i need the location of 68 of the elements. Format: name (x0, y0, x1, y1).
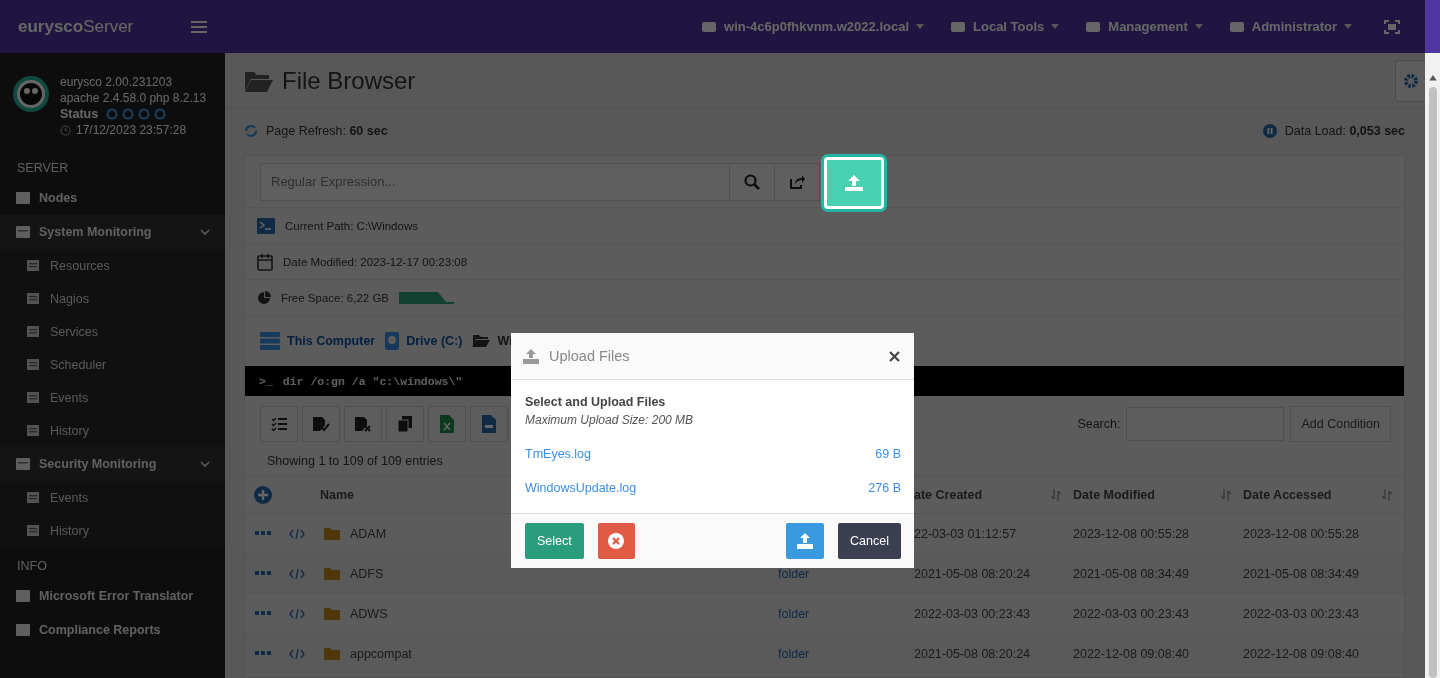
breadcrumb-link[interactable]: This Computer (260, 332, 376, 350)
file-name-link[interactable]: WindowsUpdate.log (525, 481, 637, 495)
top-menu-button[interactable]: Local Tools (950, 19, 1060, 34)
top-menu-button[interactable]: win-4c6p0fhkvnm.w2022.local (701, 19, 925, 34)
column-header[interactable]: ate Created (914, 488, 1073, 502)
table-cell-text: 2022-03-03 00:23:43 (1243, 606, 1361, 621)
table-cell: appcompat (350, 646, 412, 661)
nav-subitem[interactable]: Nagios (0, 282, 225, 315)
section-heading: INFO (16, 558, 48, 575)
nav-item[interactable]: Microsoft Error Translator (0, 579, 225, 613)
file-size: 276 B (868, 481, 901, 495)
prompt-symbol: >_ (259, 374, 273, 388)
data-load-text: Data Load: 0,053 sec (1284, 124, 1405, 138)
table-cell-text: 2022-12-08 09:08:40 (1073, 646, 1191, 661)
table-cell-text: 22-03-03 01:12:57 (914, 526, 1018, 541)
select-button[interactable]: Select (525, 523, 584, 559)
timestamp-text: 17/12/2023 23:57:28 (76, 123, 187, 137)
table-cell-text: 2022-03-03 00:23:43 (1073, 606, 1191, 621)
dialog-heading: Select and Upload Files (525, 395, 667, 409)
nav-subitem[interactable]: Resources (0, 249, 225, 282)
table-cell-text: folder (778, 606, 811, 621)
table-cell-text: 2021-05-08 08:34:49 (1243, 566, 1361, 581)
table-cell: ADFS (350, 566, 384, 581)
nav-group[interactable]: System Monitoring (0, 215, 225, 249)
table-cell-text: 2022-12-08 09:08:40 (1243, 646, 1361, 661)
status-label: Status (60, 107, 99, 121)
nav-group[interactable]: Security Monitoring (0, 447, 225, 481)
nav-subitem[interactable]: Events (0, 381, 225, 414)
file-name-link[interactable]: TmEyes.log (525, 447, 591, 461)
version-text: eurysco 2.00.231203 (60, 75, 174, 89)
command-text: dir /o:gn /a "c:\windows\" (282, 374, 463, 388)
nav-subitem[interactable]: Events (0, 481, 225, 514)
top-menu-button[interactable]: Management (1085, 19, 1203, 34)
page-title: File Browser (282, 66, 416, 95)
entries-info: Showing 1 to 109 of 109 entries (267, 454, 443, 468)
stack-text: apache 2.4.58.0 php 8.2.13 (60, 91, 207, 105)
info-text: Current Path: C:\Windows (285, 219, 418, 232)
column-header[interactable]: Date Accessed (1243, 488, 1404, 502)
cancel-button[interactable]: Cancel (838, 523, 901, 559)
info-text: Date Modified: 2023-12-17 00:23:08 (283, 255, 468, 268)
table-cell: ADAM (350, 526, 387, 541)
column-header[interactable]: Date Modified (1073, 488, 1243, 502)
dialog-title: Upload Files (549, 348, 630, 364)
nav-item[interactable]: Nodes (0, 181, 225, 215)
nav-item[interactable]: Compliance Reports (0, 613, 225, 647)
table-cell-text: 2023-12-08 00:55:28 (1243, 526, 1361, 541)
table-cell-text: 2021-05-08 08:20:24 (914, 566, 1032, 581)
add-condition-button[interactable]: Add Condition (1290, 406, 1391, 442)
brand-logo[interactable]: euryscoServer (18, 16, 134, 37)
table-cell-text: 2023-12-08 00:55:28 (1073, 526, 1191, 541)
top-menu-button[interactable]: Administrator (1228, 19, 1352, 34)
info-text: Free Space: 6,22 GB (281, 291, 390, 304)
nav-subitem[interactable]: Scheduler (0, 348, 225, 381)
nav-subitem[interactable]: History (0, 514, 225, 547)
upload-size-note: Maximum Upload Size: 200 MB (525, 413, 695, 427)
table-cell-text: 2021-05-08 08:20:24 (914, 646, 1032, 661)
table-cell-text: folder (778, 566, 811, 581)
page-refresh-text: Page Refresh: 60 sec (266, 124, 388, 138)
table-cell: ADWS (350, 606, 388, 621)
table-cell-text: folder (778, 646, 811, 661)
table-cell-text: 2021-05-08 08:34:49 (1073, 566, 1191, 581)
section-heading: SERVER (16, 160, 70, 177)
nav-subitem[interactable]: History (0, 414, 225, 447)
nav-subitem[interactable]: Services (0, 315, 225, 348)
table-cell-text: 2022-03-03 00:23:43 (914, 606, 1032, 621)
file-size: 69 B (875, 447, 901, 461)
search-label: Search: (1077, 417, 1121, 431)
breadcrumb-link[interactable]: Drive (C:) (385, 332, 463, 350)
